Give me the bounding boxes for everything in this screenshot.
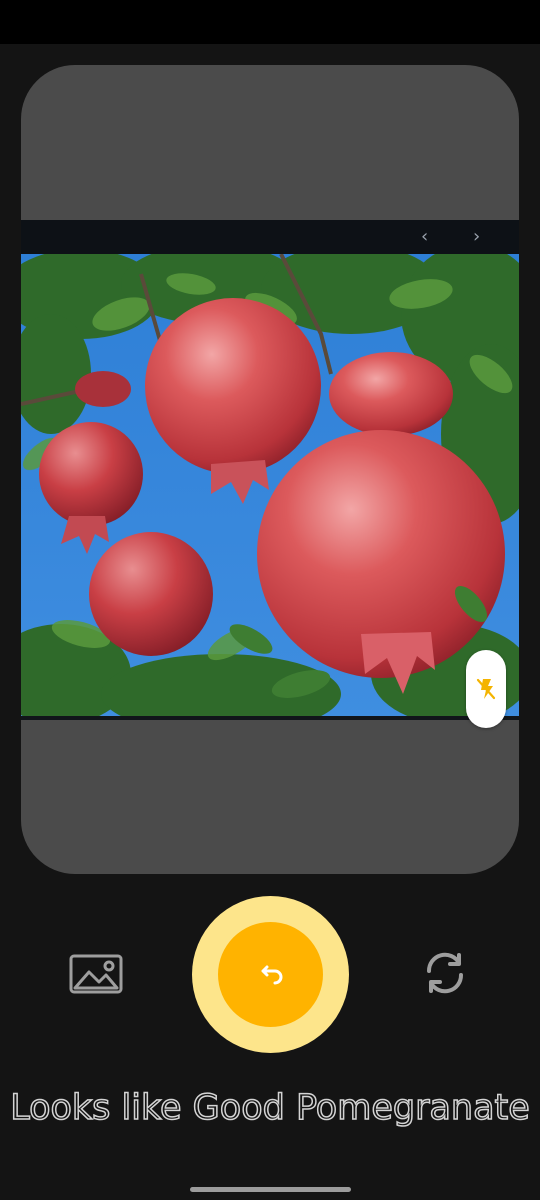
pomegranate-photo bbox=[21, 254, 519, 720]
gallery-image-icon bbox=[69, 954, 123, 994]
flash-off-icon bbox=[476, 678, 496, 700]
prediction-result-text: Looks like Good Pomegranate bbox=[9, 1087, 530, 1129]
flash-toggle-button[interactable] bbox=[466, 650, 506, 728]
photo-top-bar bbox=[21, 220, 519, 254]
undo-icon bbox=[261, 965, 282, 984]
gallery-button[interactable] bbox=[66, 948, 126, 1000]
status-bar bbox=[0, 0, 540, 44]
switch-camera-icon bbox=[426, 952, 464, 994]
next-arrow[interactable]: › bbox=[473, 220, 480, 254]
home-indicator[interactable] bbox=[190, 1187, 351, 1192]
photo-bottom-border bbox=[21, 716, 519, 720]
capture-button[interactable] bbox=[218, 922, 323, 1027]
previous-arrow[interactable]: ‹ bbox=[421, 220, 428, 254]
camera-viewfinder: ‹ › bbox=[21, 65, 519, 874]
capture-button-ring[interactable] bbox=[192, 896, 349, 1053]
switch-camera-button[interactable] bbox=[418, 946, 472, 1000]
